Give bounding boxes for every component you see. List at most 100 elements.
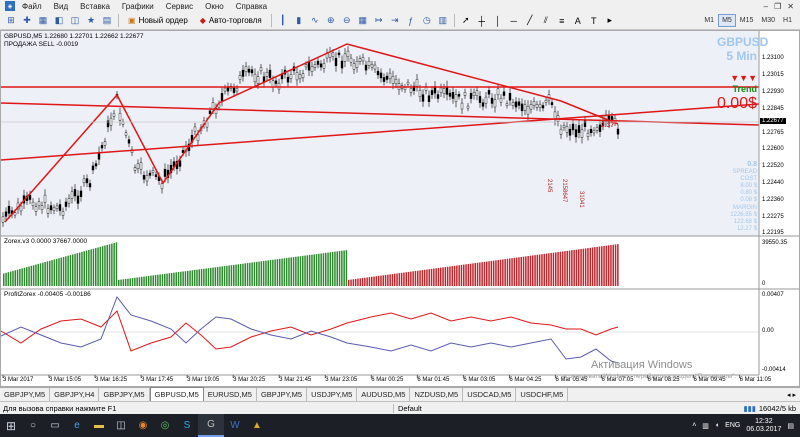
navigator-icon[interactable]: ★	[84, 14, 98, 27]
menu-tools[interactable]: Сервис	[160, 2, 199, 11]
histogram-bar	[180, 271, 182, 286]
add-icon[interactable]: ✚	[20, 14, 34, 27]
menu-file[interactable]: Файл	[16, 2, 48, 11]
templates-icon[interactable]: ▥	[436, 14, 450, 27]
profiles-icon[interactable]: ▦	[36, 14, 50, 27]
horizontal-line-icon[interactable]: ─	[507, 14, 521, 27]
auto-trading-icon: ◆	[199, 16, 206, 25]
cursor-icon[interactable]: ➚	[459, 14, 473, 27]
time-label: 3 Mar 16:25	[95, 377, 128, 383]
tab-scroll-left-icon[interactable]: ◂	[787, 391, 791, 399]
new-order-button[interactable]: ▣ Новый ордер	[124, 14, 192, 28]
fibonacci-icon[interactable]: ≡	[555, 14, 569, 27]
candle-body	[490, 97, 494, 104]
crosshair-icon[interactable]: ┼	[475, 14, 489, 27]
metatrader-icon[interactable]: G	[198, 414, 224, 437]
timeframe-m5[interactable]: M5	[718, 14, 736, 27]
chart-tab[interactable]: USDJPY,M5	[307, 388, 358, 401]
language-indicator[interactable]: ENG	[725, 422, 740, 429]
candle-body	[136, 163, 140, 169]
chart-tab[interactable]: GBPJPY,M5	[0, 388, 51, 401]
menu-window[interactable]: Окно	[199, 2, 230, 11]
start-icon[interactable]: ⊞	[0, 414, 22, 437]
candle-body	[73, 189, 77, 197]
candle-body	[322, 63, 326, 69]
zoom-out-icon[interactable]: ⊖	[340, 14, 354, 27]
store-icon[interactable]: ◫	[110, 414, 132, 437]
zoom-in-icon[interactable]: ⊕	[324, 14, 338, 27]
trendline-icon[interactable]: ╱	[523, 14, 537, 27]
timeframe-m15[interactable]: M15	[736, 14, 758, 27]
window-controls: – ❐ ✕	[764, 2, 800, 11]
search-icon[interactable]: ○	[22, 414, 44, 437]
chart-shift-icon[interactable]: ⇥	[388, 14, 402, 27]
word-icon[interactable]: W	[224, 414, 246, 437]
price-label: 1.22520	[762, 163, 784, 169]
minimize-icon[interactable]: –	[764, 2, 768, 11]
chart-tab[interactable]: GBPJPY,M5	[99, 388, 150, 401]
channel-icon[interactable]: ⫽	[539, 14, 553, 27]
timeframe-m30[interactable]: M30	[757, 14, 779, 27]
skype-icon[interactable]: S	[176, 414, 198, 437]
separator	[118, 14, 119, 27]
edge-icon[interactable]: e	[66, 414, 88, 437]
task-view-icon[interactable]: ▭	[44, 414, 66, 437]
menu-view[interactable]: Вид	[48, 2, 74, 11]
market-watch-icon[interactable]: ◧	[52, 14, 66, 27]
volume-icon[interactable]: ◖	[715, 422, 719, 429]
tile-icon[interactable]: ▦	[356, 14, 370, 27]
chart-tab[interactable]: USDCAD,M5	[463, 388, 517, 401]
firefox-icon[interactable]: ◉	[132, 414, 154, 437]
histogram-bar	[138, 277, 141, 286]
terminal-icon[interactable]: ▤	[100, 14, 114, 27]
chart-tab[interactable]: AUDUSD,M5	[357, 388, 411, 401]
histogram-bar	[302, 255, 304, 286]
histogram-bar	[39, 263, 42, 286]
chart-tab[interactable]: NZDUSD,M5	[410, 388, 464, 401]
histogram-bar	[394, 273, 396, 286]
restore-icon[interactable]: ❐	[774, 2, 781, 11]
close-icon[interactable]: ✕	[787, 2, 794, 11]
histogram-bar	[315, 254, 318, 286]
arrows-icon[interactable]: ▸	[603, 14, 617, 27]
menu-insert[interactable]: Вставка	[74, 2, 116, 11]
chrome-icon[interactable]: ◎	[154, 414, 176, 437]
label-icon[interactable]: T	[587, 14, 601, 27]
chart-tab[interactable]: GBPJPY,H4	[50, 388, 100, 401]
chart-tab[interactable]: USDCHF,M5	[516, 388, 569, 401]
timeframe-m1[interactable]: M1	[700, 14, 718, 27]
candle-body	[478, 96, 482, 103]
explorer-icon[interactable]: ▬	[88, 414, 110, 437]
histogram-bar	[19, 269, 21, 286]
line-chart-icon[interactable]: ∿	[308, 14, 322, 27]
indicators-icon[interactable]: ƒ	[404, 14, 418, 27]
menu-charts[interactable]: Графики	[116, 2, 160, 11]
text-icon[interactable]: A	[571, 14, 585, 27]
bar-chart-icon[interactable]: ┃	[276, 14, 290, 27]
histogram-bar	[193, 269, 196, 286]
autoscroll-icon[interactable]: ↦	[372, 14, 386, 27]
chart-canvas[interactable]	[1, 31, 799, 386]
candle-body	[409, 88, 413, 93]
tab-scroll-right-icon[interactable]: ▸	[792, 391, 796, 399]
auto-trading-button[interactable]: ◆ Авто-торговля	[196, 14, 266, 28]
tray-arrow-icon[interactable]: ˄	[692, 422, 696, 429]
chart-window[interactable]: GBPUSD,M5 1.22680 1.22701 1.22662 1.2267…	[0, 30, 800, 387]
candles-icon[interactable]: ▮	[292, 14, 306, 27]
clock[interactable]: 12:32 06.03.2017	[746, 418, 781, 434]
candle-body	[289, 74, 293, 79]
candle-body	[346, 50, 350, 57]
periods-icon[interactable]: ◷	[420, 14, 434, 27]
new-chart-icon[interactable]: ⊞	[4, 14, 18, 27]
vertical-line-icon[interactable]: │	[491, 14, 505, 27]
trading-icon[interactable]: ▲	[246, 414, 268, 437]
menu-help[interactable]: Справка	[230, 2, 273, 11]
chart-tab-active[interactable]: GBPUSD,M5	[149, 387, 204, 401]
timeframe-h1[interactable]: H1	[779, 14, 796, 27]
chart-tab[interactable]: EURUSD,M5	[204, 388, 257, 401]
histogram-bar	[97, 247, 99, 286]
data-window-icon[interactable]: ◫	[68, 14, 82, 27]
network-icon[interactable]: ▥	[702, 422, 709, 430]
chart-tab[interactable]: GBPJPY,M5	[257, 388, 308, 401]
notifications-icon[interactable]: ▤	[787, 422, 794, 430]
